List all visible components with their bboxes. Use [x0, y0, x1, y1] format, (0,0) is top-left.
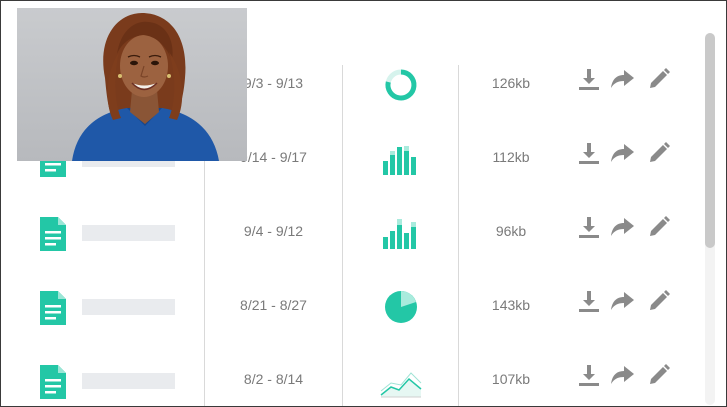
download-icon[interactable]	[576, 288, 602, 314]
pie-chart-icon	[385, 291, 417, 323]
share-icon[interactable]	[609, 66, 635, 92]
share-icon[interactable]	[609, 140, 635, 166]
date-range: 8/2 - 8/14	[243, 371, 304, 387]
document-icon	[40, 217, 66, 251]
file-name-placeholder	[82, 299, 175, 315]
document-icon	[40, 291, 66, 325]
file-size: 112kb	[492, 149, 530, 165]
download-icon[interactable]	[576, 362, 602, 388]
scroll-thumb[interactable]	[705, 33, 715, 248]
date-range: 9/4 - 9/12	[243, 223, 304, 239]
edit-icon[interactable]	[646, 66, 672, 92]
file-size: 107kb	[491, 371, 531, 387]
document-icon	[40, 365, 66, 399]
area-chart-icon	[380, 372, 422, 398]
file-name-placeholder	[82, 225, 175, 241]
scrollbar[interactable]	[705, 33, 715, 405]
person-portrait-image	[17, 8, 247, 161]
file-size: 126kb	[491, 75, 531, 91]
webcam-video-overlay	[17, 8, 247, 161]
share-icon[interactable]	[609, 214, 635, 240]
download-icon[interactable]	[576, 140, 602, 166]
donut-chart-icon	[385, 69, 417, 101]
bar-chart-icon	[383, 219, 416, 249]
download-icon[interactable]	[576, 66, 602, 92]
file-size: 96kb	[495, 223, 527, 239]
file-name-placeholder	[82, 373, 175, 389]
share-icon[interactable]	[609, 288, 635, 314]
app-window: 9/3 - 9/13 126kb 9/14 - 9/17 112kb 9/4 -…	[0, 0, 727, 407]
share-icon[interactable]	[609, 362, 635, 388]
date-range: 8/21 - 8/27	[240, 297, 307, 313]
download-icon[interactable]	[576, 214, 602, 240]
file-size: 143kb	[491, 297, 531, 313]
table-row[interactable]: 8/21 - 8/27 143kb	[1, 273, 701, 347]
table-row[interactable]: 8/2 - 8/14 107kb	[1, 347, 701, 406]
edit-icon[interactable]	[646, 362, 672, 388]
edit-icon[interactable]	[646, 288, 672, 314]
edit-icon[interactable]	[646, 214, 672, 240]
bar-chart-icon	[383, 146, 416, 175]
table-row[interactable]: 9/4 - 9/12 96kb	[1, 199, 701, 273]
edit-icon[interactable]	[646, 140, 672, 166]
